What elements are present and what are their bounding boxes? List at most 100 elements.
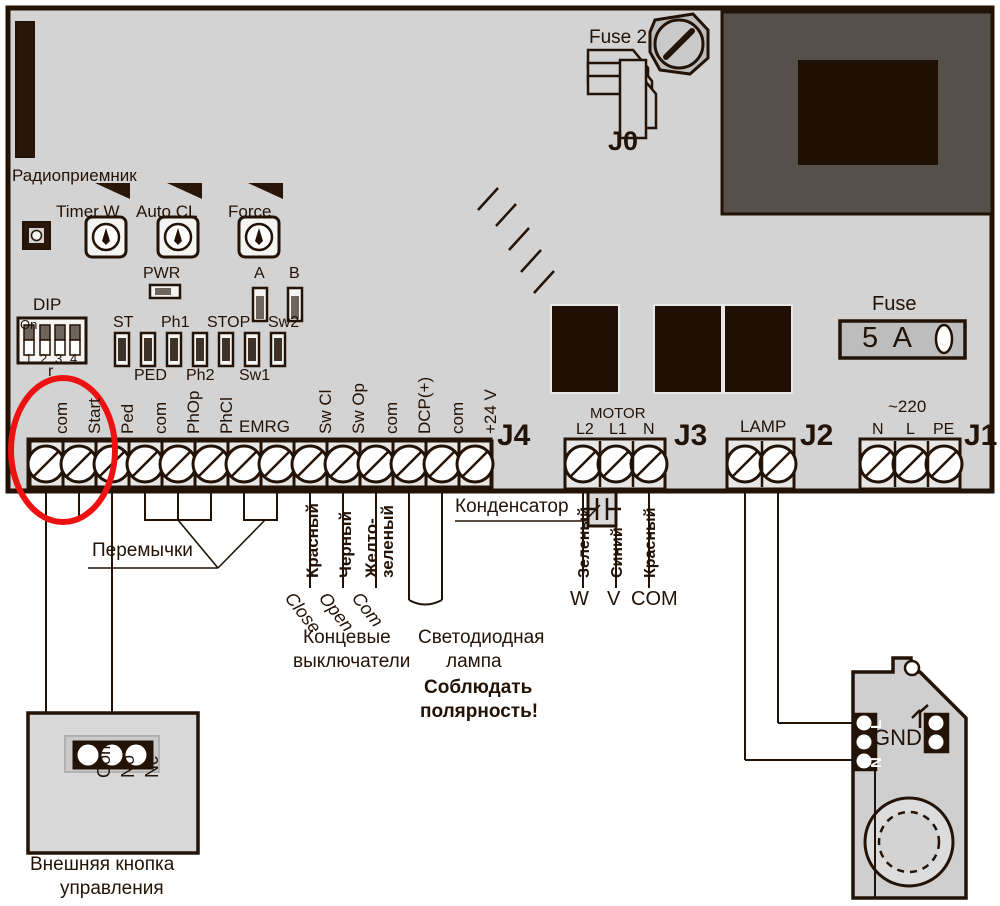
led-a <box>251 286 269 323</box>
wire-color-red-limit: Красный <box>303 503 322 578</box>
lamp-module-gnd-label: GND <box>873 725 922 750</box>
lamp-module-wires <box>744 489 860 761</box>
led-ph1 <box>165 331 183 368</box>
j3-label-l1: L1 <box>609 421 627 438</box>
motor-phase-v: V <box>607 588 621 610</box>
dip-number-4: 4 <box>70 351 78 366</box>
external-button-box <box>26 711 200 855</box>
dip-number-2: 2 <box>40 351 48 366</box>
led-label-sw1: Sw1 <box>239 367 271 384</box>
trimmer-label-timer-w: Timer W <box>56 202 120 221</box>
lamp-module-gnd-terminals <box>923 712 950 754</box>
radio-receiver-label: Радиоприемник <box>12 166 137 185</box>
led-label-b: B <box>289 265 300 282</box>
j4-label-com-3: com <box>382 401 401 434</box>
fuse2-label: Fuse 2 <box>589 27 648 48</box>
wiring-diagram: Радиоприемник Timer W Auto CL Force PWR … <box>0 0 1000 906</box>
fuse-label: Fuse <box>872 293 917 315</box>
j2-connector-name: J2 <box>800 419 834 452</box>
j1-label-pe: PE <box>933 421 955 438</box>
motor-group-label: MOTOR <box>590 405 646 422</box>
radio-receiver-strip <box>15 21 35 158</box>
lamp-module-terminal-n: N <box>868 757 885 768</box>
wire-color-blue-motor: Синий <box>609 527 626 578</box>
j1-label-n: N <box>872 421 884 438</box>
led-ped <box>139 331 157 368</box>
j2-terminals <box>725 441 798 487</box>
j3-terminals <box>563 441 669 487</box>
limit-switch-title-line2: выключатели <box>293 651 411 672</box>
external-button-terminal-nc: Nc <box>142 756 162 778</box>
j4-label-com-4: com <box>448 401 467 434</box>
j4-label-phop: PhOp <box>184 390 203 434</box>
external-button-terminal-no: No <box>118 754 138 778</box>
lamp-module-led-inner <box>877 810 941 874</box>
j4-label-sw-cl: Sw Cl <box>316 389 335 434</box>
j4-connector-name: J4 <box>497 419 531 452</box>
polarity-warning-line2: полярность! <box>420 701 539 722</box>
capacitor-label: Конденсатор <box>455 496 569 517</box>
led-ph2 <box>191 331 209 368</box>
trimmer-label-auto-cl: Auto CL <box>136 202 198 221</box>
jumper-brackets <box>144 489 278 521</box>
jumpers-label: Перемычки <box>92 540 193 561</box>
led-label-sw2: Sw2 <box>268 314 300 331</box>
led-label-stop: STOP <box>207 314 251 331</box>
motor-phase-w: W <box>570 588 589 610</box>
external-button-title-line1: Внешняя кнопка <box>30 854 175 875</box>
j4-label-emrg: EMRG <box>239 417 290 436</box>
j0-label: J0 <box>608 126 639 156</box>
dip-title: DIP <box>33 295 62 314</box>
limit-switch-title-line1: Концевые <box>303 627 391 648</box>
lamp-module-mount-hole <box>903 659 921 677</box>
j1-connector-name: J1 <box>964 419 998 452</box>
wire-color-yellowgreen-line2: зеленый <box>378 505 397 578</box>
lamp-group-label: LAMP <box>740 417 787 436</box>
trimmer-timer-w[interactable] <box>84 215 128 259</box>
wire-color-black-limit: Черный <box>336 510 355 578</box>
j4-label-com-2: com <box>151 401 170 434</box>
led-label-a: A <box>254 265 265 282</box>
j4-label-start: Start <box>85 398 104 434</box>
led-label-ph1: Ph1 <box>161 314 190 331</box>
mains-group-label: ~220 <box>888 397 927 416</box>
polarity-warning-line1: Соблюдать <box>424 677 533 698</box>
trimmer-force[interactable] <box>237 215 281 259</box>
led-sw1 <box>243 331 261 368</box>
led-label-ped: PED <box>134 367 167 384</box>
wire-color-green-motor: Зеленый <box>576 507 593 578</box>
dip-number-1: 1 <box>25 351 33 366</box>
led-pwr <box>148 283 182 300</box>
trimmer-label-force: Force <box>228 202 272 221</box>
j4-label-phcl: PhCl <box>217 397 236 434</box>
motor-phase-com: COM <box>631 588 678 610</box>
dip-sub-label: r <box>48 363 54 380</box>
fuse-value: 5 A <box>862 322 916 354</box>
external-button-terminal-com: Com <box>94 739 114 778</box>
pwr-label: PWR <box>143 265 181 282</box>
j1-label-l: L <box>906 421 915 438</box>
radio-module-dot <box>30 229 43 242</box>
transformer-core <box>798 60 938 165</box>
led-lamp-title-line1: Светодиодная <box>418 627 545 648</box>
j1-terminals <box>858 441 964 487</box>
relay-block-2 <box>653 304 723 394</box>
j3-label-l2: L2 <box>576 421 594 438</box>
j4-label-dcp: DCP(+) <box>415 376 434 434</box>
wire-color-red-motor: Красный <box>642 507 659 579</box>
led-sw2 <box>269 331 287 368</box>
led-label-ph2: Ph2 <box>186 367 215 384</box>
j4-label-com-1: com <box>52 401 71 434</box>
relay-block-3 <box>723 304 793 394</box>
fuse2-holder[interactable] <box>648 12 710 76</box>
led-stop <box>217 331 235 368</box>
led-label-st: ST <box>113 314 134 331</box>
trimmer-auto-cl[interactable] <box>156 215 200 259</box>
external-button-title-line2: управления <box>60 878 164 899</box>
led-lamp-title-line2: лампа <box>446 651 502 672</box>
j4-label-sw-op: Sw Op <box>349 382 368 434</box>
j4-label-ped: Ped <box>118 403 137 434</box>
j3-label-n: N <box>643 421 655 438</box>
led-st <box>113 331 131 368</box>
relay-block-1 <box>550 304 620 394</box>
